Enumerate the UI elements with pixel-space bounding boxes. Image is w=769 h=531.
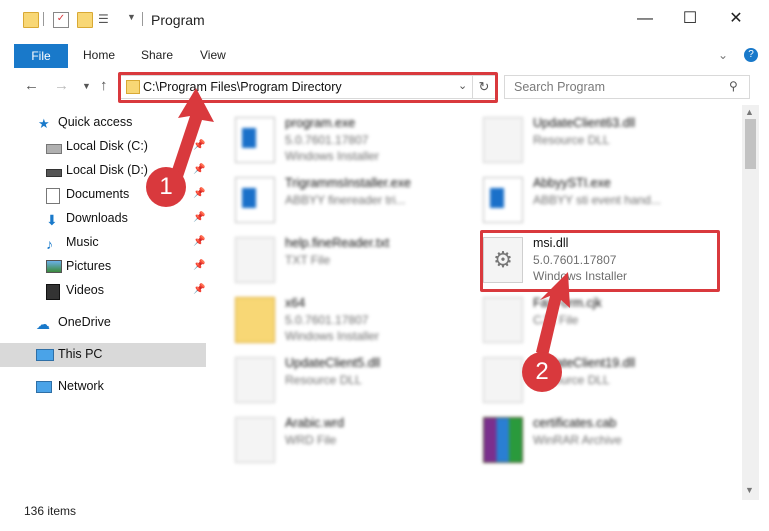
arrow-1 bbox=[170, 88, 214, 180]
arrow-2 bbox=[536, 272, 570, 356]
callout-badge-2: 2 bbox=[522, 352, 562, 392]
annotation-arrows bbox=[170, 88, 570, 356]
callout-badge-1: 1 bbox=[146, 167, 186, 207]
